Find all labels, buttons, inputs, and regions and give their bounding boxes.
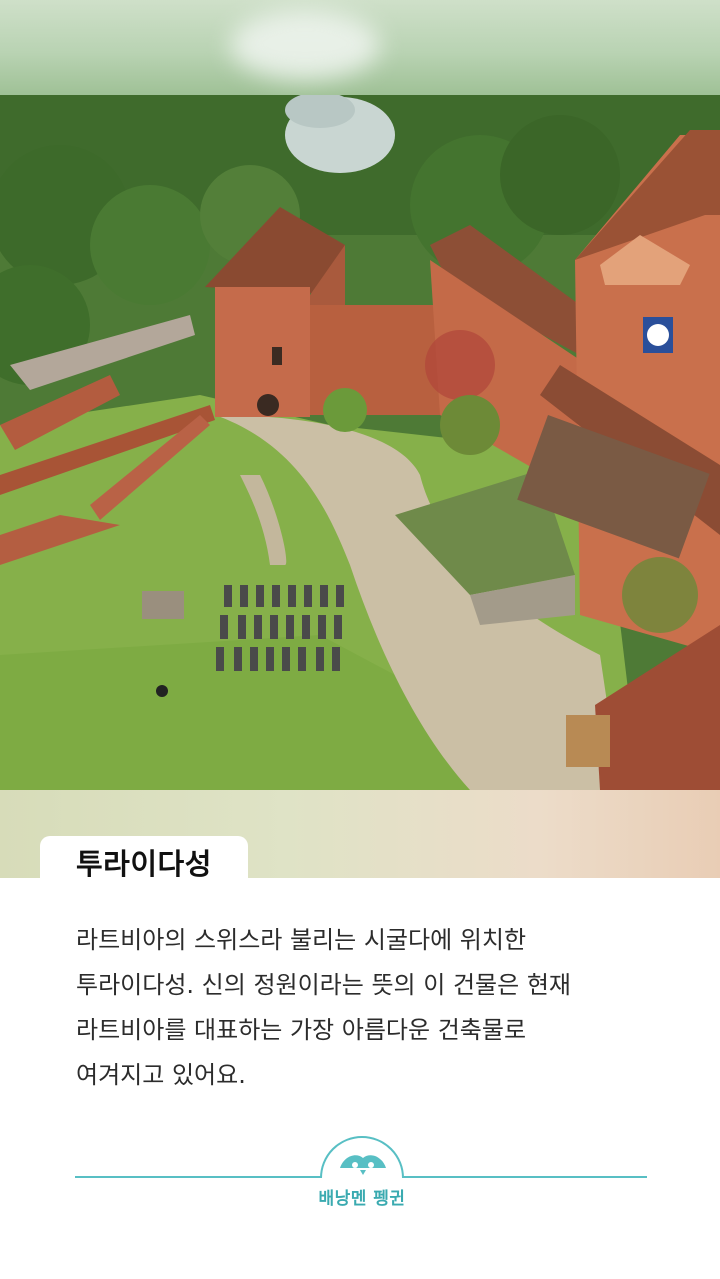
penguin-icon bbox=[336, 1150, 390, 1178]
description-line: 투라이다성. 신의 정원이라는 뜻의 이 건물은 현재 bbox=[76, 971, 572, 999]
title-tab: 투라이다성 bbox=[40, 836, 248, 888]
description-line: 여겨지고 있어요. bbox=[76, 1061, 246, 1089]
top-blur-band bbox=[0, 0, 720, 95]
brand-name: 배낭멘 펭귄 bbox=[318, 1189, 406, 1209]
page-title: 투라이다성 bbox=[76, 847, 212, 881]
description: 라트비아의 스위스라 불리는 시굴다에 위치한 투라이다성. 신의 정원이라는 … bbox=[76, 918, 676, 1098]
castle-photo bbox=[0, 95, 720, 790]
description-line: 라트비아를 대표하는 가장 아름다운 건축물로 bbox=[76, 1016, 527, 1044]
description-line: 라트비아의 스위스라 불리는 시굴다에 위치한 bbox=[76, 926, 527, 954]
